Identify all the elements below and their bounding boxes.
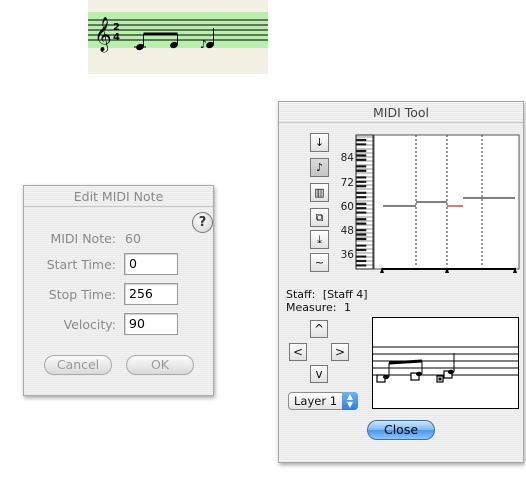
layer-popup-label: Layer 1 bbox=[294, 394, 338, 408]
staff-label: Staff: bbox=[286, 288, 316, 301]
staff-value: [Staff 4] bbox=[322, 288, 368, 301]
start-time-field[interactable]: 0 bbox=[124, 253, 178, 275]
left-arrow-button[interactable]: < bbox=[289, 343, 307, 361]
start-time-label: Start Time: bbox=[46, 257, 116, 272]
layer-popup[interactable]: Layer 1 ▲ ▼ bbox=[288, 392, 358, 410]
measure-info: Measure: 1 bbox=[286, 301, 351, 314]
midi-note-label: MIDI Note: bbox=[50, 231, 116, 246]
svg-text:4: 4 bbox=[113, 32, 120, 43]
piano-roll[interactable] bbox=[279, 102, 525, 282]
edit-dialog-title: Edit MIDI Note bbox=[24, 186, 213, 207]
right-arrow-button[interactable]: > bbox=[331, 343, 349, 361]
down-arrow-button[interactable]: v bbox=[310, 365, 328, 383]
staff-snippet: 𝄞 2 4 ♪ bbox=[88, 0, 268, 74]
midi-note-value: 60 bbox=[125, 231, 141, 246]
stop-time-field[interactable]: 256 bbox=[124, 283, 178, 305]
edit-midi-note-dialog: Edit MIDI Note ? MIDI Note: 60 Start Tim… bbox=[23, 185, 214, 396]
velocity-field[interactable]: 90 bbox=[124, 313, 178, 335]
close-button[interactable]: Close bbox=[367, 420, 435, 440]
up-arrow-button[interactable]: ^ bbox=[310, 320, 328, 338]
midi-tool-window: MIDI Tool ↓ ♪ ▥ ⧉ ⤓ ~ 84 72 60 48 36 Sta… bbox=[278, 101, 524, 463]
staff-info: Staff: [Staff 4] bbox=[286, 288, 368, 301]
velocity-label: Velocity: bbox=[63, 317, 116, 332]
treble-clef-icon: 𝄞 bbox=[94, 17, 112, 53]
help-button[interactable]: ? bbox=[192, 212, 213, 233]
measure-value: 1 bbox=[343, 301, 351, 314]
staff-preview bbox=[372, 317, 519, 409]
svg-text:♪: ♪ bbox=[200, 38, 207, 51]
popup-stepper-icon: ▲ ▼ bbox=[342, 392, 358, 410]
ok-button[interactable]: OK bbox=[126, 355, 194, 375]
stop-time-label: Stop Time: bbox=[48, 287, 116, 302]
cancel-button[interactable]: Cancel bbox=[44, 355, 112, 375]
measure-label: Measure: bbox=[286, 301, 337, 314]
staff-notation: 𝄞 2 4 ♪ bbox=[88, 17, 268, 53]
